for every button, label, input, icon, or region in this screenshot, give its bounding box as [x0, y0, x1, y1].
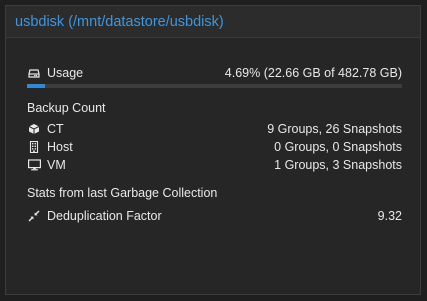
cube-icon — [27, 122, 41, 136]
backup-row-value: 0 Groups, 0 Snapshots — [274, 140, 402, 154]
dedup-factor-row: Deduplication Factor 9.32 — [27, 207, 402, 225]
usage-label: Usage — [47, 66, 84, 80]
datastore-panel: usbdisk (/mnt/datastore/usbdisk) Usage 4… — [5, 5, 421, 295]
backup-row-vm-label-group: VM — [27, 158, 66, 172]
backup-row-vm: VM 1 Groups, 3 Snapshots — [27, 156, 402, 174]
backup-row-host-label-group: Host — [27, 140, 73, 154]
backup-row-label: VM — [47, 158, 66, 172]
backup-row-label: Host — [47, 140, 73, 154]
backup-row-value: 1 Groups, 3 Snapshots — [274, 158, 402, 172]
backup-count-title: Backup Count — [27, 101, 106, 115]
dedup-factor-label: Deduplication Factor — [47, 209, 162, 223]
backup-count-list: CT 9 Groups, 26 Snapshots Host 0 Groups,… — [27, 120, 402, 174]
building-icon — [27, 140, 41, 154]
compress-icon — [27, 209, 41, 223]
usage-row: Usage 4.69% (22.66 GB of 482.78 GB) — [27, 64, 402, 82]
dedup-factor-label-group: Deduplication Factor — [27, 209, 162, 223]
panel-title: usbdisk (/mnt/datastore/usbdisk) — [15, 13, 224, 30]
panel-body: Usage 4.69% (22.66 GB of 482.78 GB) Back… — [6, 64, 420, 225]
backup-row-value: 9 Groups, 26 Snapshots — [267, 122, 402, 136]
usage-label-group: Usage — [27, 66, 83, 80]
desktop-icon — [27, 158, 41, 172]
backup-row-label: CT — [47, 122, 64, 136]
backup-row-host: Host 0 Groups, 0 Snapshots — [27, 138, 402, 156]
usage-progress-fill — [27, 84, 45, 88]
backup-row-ct: CT 9 Groups, 26 Snapshots — [27, 120, 402, 138]
usage-value: 4.69% (22.66 GB of 482.78 GB) — [224, 66, 402, 80]
dedup-factor-value: 9.32 — [377, 209, 402, 223]
usage-progress-bar — [27, 84, 402, 88]
panel-header: usbdisk (/mnt/datastore/usbdisk) — [6, 6, 420, 38]
backup-row-ct-label-group: CT — [27, 122, 64, 136]
hdd-icon — [27, 66, 41, 80]
gc-stats-title: Stats from last Garbage Collection — [27, 186, 218, 200]
